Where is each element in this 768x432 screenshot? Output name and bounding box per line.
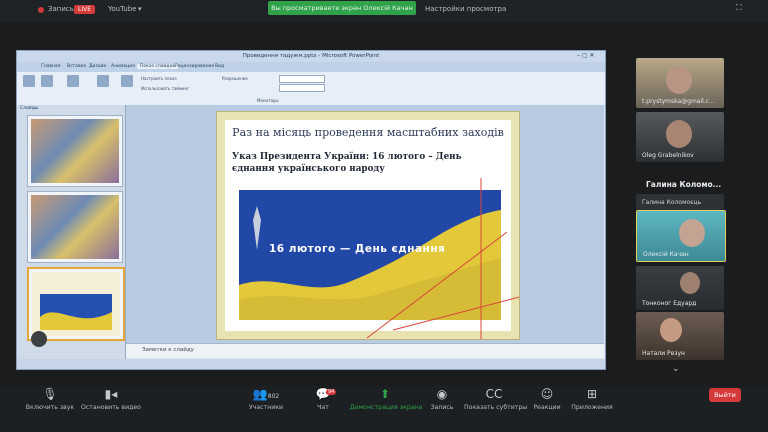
apps-icon: ⊞: [586, 387, 598, 401]
gallery-participant-name: Галина Коломо...: [646, 180, 722, 189]
participant-tile[interactable]: t.prystymska@gmail.c...: [636, 58, 724, 108]
slide-thumbnail-selected[interactable]: [27, 267, 125, 341]
record-label[interactable]: Запись: [48, 5, 74, 13]
tab-animation[interactable]: Анимация: [111, 64, 135, 69]
fullscreen-icon[interactable]: ⛶: [736, 3, 742, 13]
screen-share-banner: Вы просматриваете экран Олексій Качан: [268, 1, 416, 15]
participant-tile[interactable]: Oleg Grabelnikov: [636, 112, 724, 162]
current-slide[interactable]: Раз на місяць проведення масштабних захо…: [216, 111, 520, 340]
tab-slideshow[interactable]: Показ слайдов: [137, 64, 178, 69]
captions-button[interactable]: CC Показать субтитры: [464, 386, 527, 411]
notes-pane[interactable]: Заметки к слайду: [126, 343, 604, 358]
video-camera-icon: ▮◂: [104, 387, 118, 401]
participants-button[interactable]: 👥802 Участники: [246, 386, 286, 411]
apps-button[interactable]: ⊞ Приложения: [570, 386, 614, 411]
participant-name: Тонконог Едуард: [642, 300, 697, 307]
view-settings-menu[interactable]: Настройки просмотра: [425, 5, 506, 13]
thumbnail-image: [31, 119, 119, 183]
chat-unread-badge: 94: [326, 389, 337, 395]
slide-thumbnail[interactable]: [27, 191, 123, 263]
participant-tile-active[interactable]: Олексій Качан: [636, 210, 726, 262]
ribbon-tabs: Главная Вставка Дизайн Анимация Показ сл…: [17, 62, 605, 72]
share-screen-button[interactable]: ⬆ Демонстрация экрана: [350, 386, 422, 411]
slide-thumbnail[interactable]: [27, 115, 123, 187]
participant-face: [679, 219, 705, 247]
ribbon-use-timings[interactable]: Использовать тайминг: [141, 86, 189, 91]
notes-placeholder: Заметки к слайду: [142, 347, 194, 353]
participant-tile[interactable]: Тонконог Едуард: [636, 266, 724, 310]
record-icon: ◉: [436, 387, 448, 401]
thumbnail-image: [31, 195, 119, 259]
participant-name: Натали Резун: [642, 350, 685, 357]
participant-tile[interactable]: Галина Коломоєць: [636, 194, 724, 210]
record-button[interactable]: ◉ Запись: [426, 386, 458, 411]
participant-face: [660, 318, 682, 342]
stop-video-button[interactable]: ▮◂ Остановить видео: [80, 386, 142, 411]
ribbon-toolbar: Настроить показ Использовать тайминг Раз…: [17, 72, 605, 106]
tab-review[interactable]: Рецензирование: [175, 64, 214, 69]
chevron-down-icon[interactable]: ▾: [138, 5, 142, 13]
ppt-window-title: Проведення тадужм.pptx - Microsoft Power…: [17, 51, 605, 62]
monitor-select[interactable]: [279, 84, 325, 92]
live-badge: LIVE: [74, 5, 96, 14]
reactions-button[interactable]: ☺ Реакции: [530, 386, 564, 411]
annotation-marks: [366, 178, 519, 339]
reactions-icon: ☺: [540, 387, 554, 401]
resolution-select[interactable]: [279, 75, 325, 83]
broadcast-icon[interactable]: [67, 75, 79, 87]
thumbnail-flag-icon: [40, 294, 112, 330]
tab-insert[interactable]: Вставка: [67, 64, 86, 69]
tab-view[interactable]: Вид: [215, 64, 224, 69]
record-indicator-icon: [38, 7, 44, 13]
tab-home[interactable]: Главная: [41, 64, 60, 69]
ppt-status-bar: [17, 359, 605, 369]
meeting-top-bar: Запись LIVE YouTube ▾ Вы просматриваете …: [0, 0, 768, 22]
window-controls-icon[interactable]: – ▢ ✕: [577, 52, 595, 59]
participant-name: Галина Коломоєць: [642, 199, 702, 206]
setup-show-icon[interactable]: [97, 75, 109, 87]
microphone-muted-icon: 🎙: [42, 387, 58, 401]
participant-name: Олексій Качан: [643, 251, 689, 258]
participant-tile[interactable]: Натали Резун: [636, 312, 724, 360]
slideshow-start-icon[interactable]: [23, 75, 35, 87]
leave-meeting-button[interactable]: Выйти: [709, 388, 741, 402]
mute-button[interactable]: 🎙 Включить звук: [22, 386, 78, 411]
scroll-down-chevron-icon[interactable]: ⌄: [672, 364, 680, 374]
from-current-icon[interactable]: [41, 75, 53, 87]
slide-thumbnails-pane: Слайды: [17, 105, 126, 360]
thumbs-tab[interactable]: Слайды: [20, 106, 38, 111]
ribbon-custom-show[interactable]: Настроить показ: [141, 76, 177, 81]
thumbnail-image: [32, 272, 120, 336]
share-screen-icon: ⬆: [379, 387, 391, 401]
captions-icon: CC: [485, 387, 503, 401]
hide-slide-icon[interactable]: [121, 75, 133, 87]
participant-face: [680, 272, 700, 294]
participant-face: [666, 120, 692, 148]
ribbon-monitors-group: Мониторы: [257, 98, 279, 103]
participants-icon: 👥802: [252, 387, 280, 401]
ribbon-resolution[interactable]: Разрешение: [222, 76, 248, 81]
participants-count: 802: [267, 393, 280, 400]
participant-name: Oleg Grabelnikov: [642, 152, 694, 159]
participant-face: [666, 66, 692, 94]
participant-name: t.prystymska@gmail.c...: [642, 98, 715, 105]
youtube-label[interactable]: YouTube: [108, 5, 136, 13]
tab-design[interactable]: Дизайн: [89, 64, 106, 69]
camera-overlay-icon: [31, 331, 47, 347]
